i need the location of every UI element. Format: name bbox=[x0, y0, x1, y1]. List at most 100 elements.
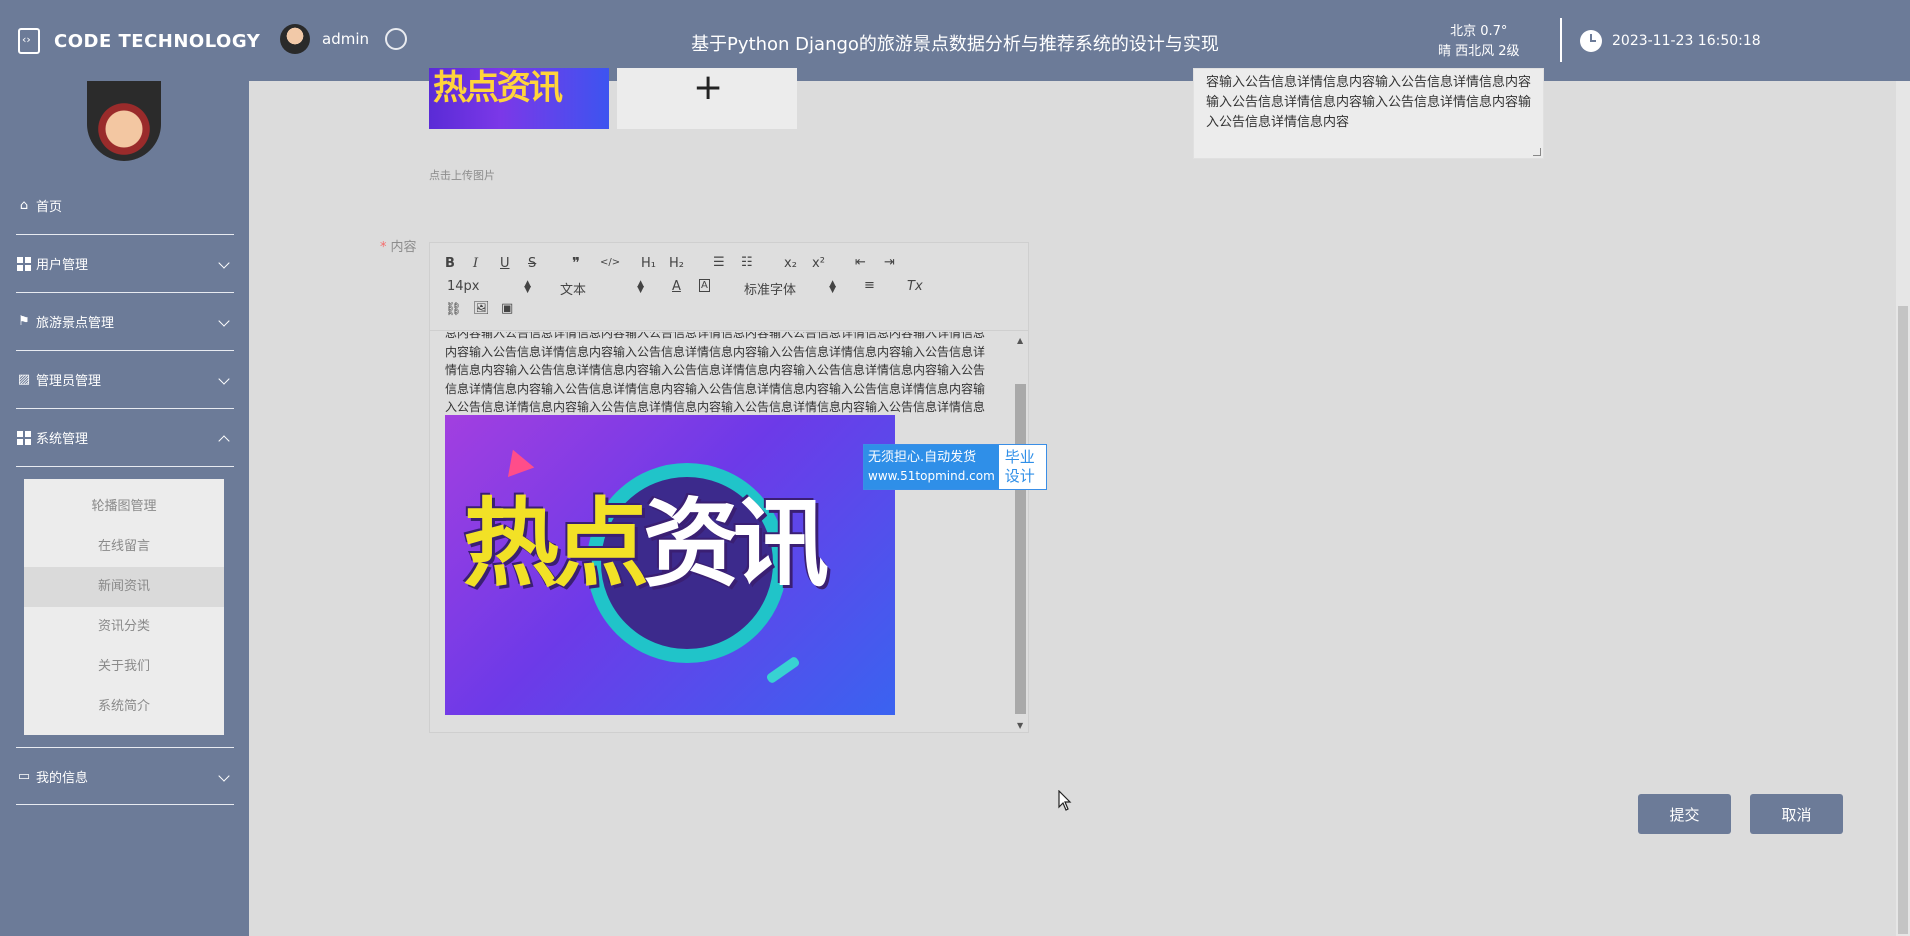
watermark-badge: 无须担心.自动发货 www.51topmind.com 毕业设计 bbox=[863, 444, 1047, 490]
font-size-value: 14px bbox=[447, 279, 480, 294]
submenu-item-news-category[interactable]: 资讯分类 bbox=[24, 607, 224, 647]
scroll-up-icon[interactable]: ▲ bbox=[1017, 336, 1023, 345]
background-color-button[interactable]: A bbox=[699, 279, 710, 292]
sidebar-item-my-info[interactable]: ▭ 我的信息 bbox=[16, 747, 234, 805]
clear-format-button[interactable]: Tx bbox=[907, 279, 923, 294]
banner-stripe bbox=[765, 656, 800, 685]
username: admin bbox=[322, 30, 369, 48]
sidebar-item-label: 用户管理 bbox=[36, 254, 88, 273]
chevron-down-icon bbox=[218, 373, 229, 384]
font-family-select[interactable]: 标准字体 ▲▼ bbox=[744, 279, 836, 298]
sidebar-item-label: 系统管理 bbox=[36, 428, 88, 447]
home-icon: ⌂ bbox=[16, 198, 32, 214]
required-mark: * bbox=[380, 240, 387, 255]
select-arrows-icon: ▲▼ bbox=[829, 281, 836, 293]
sidebar-item-users[interactable]: 用户管理 bbox=[16, 235, 234, 293]
scrollbar-thumb[interactable] bbox=[1015, 384, 1026, 714]
ordered-list-button[interactable]: ☰ bbox=[713, 255, 725, 270]
submit-button[interactable]: 提交 bbox=[1638, 794, 1731, 834]
sidebar-item-label: 旅游景点管理 bbox=[36, 312, 114, 331]
sidebar-item-label: 管理员管理 bbox=[36, 370, 101, 389]
select-arrows-icon: ▲▼ bbox=[637, 281, 644, 293]
clock: 2023-11-23 16:50:18 bbox=[1580, 30, 1761, 52]
editor-scrollbar[interactable]: ▲ ▼ bbox=[1014, 332, 1028, 732]
page-scrollbar[interactable] bbox=[1896, 81, 1910, 936]
upload-tip: 点击上传图片 bbox=[429, 167, 495, 183]
submenu-item-carousel[interactable]: 轮播图管理 bbox=[24, 487, 224, 527]
brand-name: CODE TECHNOLOGY bbox=[54, 31, 260, 52]
editor-content-area[interactable]: 息内容输入公告信息详情信息内容输入公告信息详情信息内容输入公告信息详情信息内容输… bbox=[430, 332, 1028, 732]
bold-button[interactable]: B bbox=[445, 256, 455, 271]
chevron-down-icon bbox=[218, 770, 229, 781]
bullet-list-button[interactable]: ☷ bbox=[741, 255, 753, 270]
banner-triangle bbox=[500, 445, 535, 477]
code-block-button[interactable]: </> bbox=[600, 257, 620, 268]
brand: CODE TECHNOLOGY bbox=[18, 26, 260, 56]
submenu-item-about[interactable]: 关于我们 bbox=[24, 647, 224, 687]
submenu-item-news[interactable]: 新闻资讯 bbox=[24, 567, 224, 607]
italic-button[interactable]: I bbox=[473, 256, 478, 271]
scroll-down-icon[interactable]: ▼ bbox=[1017, 721, 1023, 730]
sidebar-item-label: 我的信息 bbox=[36, 767, 88, 786]
sidebar: ⌂ 首页 用户管理 ⚑ 旅游景点管理 ▨ 管理员管理 系统管理 轮播图管理 在线… bbox=[0, 81, 249, 936]
grid-icon bbox=[16, 256, 32, 272]
font-size-select[interactable]: 14px ▲▼ bbox=[447, 279, 531, 294]
subscript-button[interactable]: x₂ bbox=[784, 256, 797, 271]
editor-toolbar: B I U S ❞ </> H₁ H₂ ☰ ☷ x₂ x² ⇤ ⇥ 14px ▲… bbox=[430, 243, 1028, 331]
weather-wind: 晴 西北风 2级 bbox=[1438, 42, 1520, 62]
superscript-button[interactable]: x² bbox=[812, 256, 825, 271]
header-style-select[interactable]: 文本 ▲▼ bbox=[560, 279, 644, 298]
summary-text: 容输入公告信息详情信息内容输入公告信息详情信息内容输入公告信息详情信息内容输入公… bbox=[1206, 75, 1531, 130]
content-label: *内容 bbox=[380, 236, 417, 255]
weather-temp: 北京 0.7° bbox=[1438, 22, 1520, 42]
header-divider bbox=[1560, 18, 1562, 62]
sidebar-item-scenic[interactable]: ⚑ 旅游景点管理 bbox=[16, 293, 234, 351]
sidebar-item-admins[interactable]: ▨ 管理员管理 bbox=[16, 351, 234, 409]
page-scrollbar-thumb[interactable] bbox=[1898, 306, 1908, 934]
image-upload-button[interactable]: + bbox=[617, 68, 797, 129]
watermark-slogan: 无须担心.自动发货 bbox=[868, 449, 995, 467]
grid-icon bbox=[16, 430, 32, 446]
outdent-button[interactable]: ⇤ bbox=[855, 255, 866, 270]
sidebar-item-home[interactable]: ⌂ 首页 bbox=[16, 177, 234, 235]
link-button[interactable]: ⛓ bbox=[445, 302, 462, 317]
cancel-button[interactable]: 取消 bbox=[1750, 794, 1843, 834]
sidebar-avatar bbox=[87, 81, 161, 161]
user-info[interactable]: admin bbox=[280, 24, 407, 54]
chevron-down-icon bbox=[218, 315, 229, 326]
chevron-up-icon bbox=[218, 435, 229, 446]
watermark-left: 无须担心.自动发货 www.51topmind.com bbox=[864, 445, 999, 489]
sidebar-item-label: 首页 bbox=[36, 196, 62, 215]
h2-button[interactable]: H₂ bbox=[669, 256, 684, 271]
font-color-button[interactable]: A bbox=[672, 279, 681, 294]
user-avatar[interactable] bbox=[280, 24, 310, 54]
plus-icon: + bbox=[693, 70, 723, 106]
summary-textarea[interactable]: 容输入公告信息详情信息内容输入公告信息详情信息内容输入公告信息详情信息内容输入公… bbox=[1193, 68, 1544, 159]
chart-icon: ▨ bbox=[16, 372, 32, 388]
h1-button[interactable]: H₁ bbox=[641, 256, 656, 271]
card-icon: ▭ bbox=[16, 768, 32, 784]
uploaded-image-thumbnail[interactable]: 热点资讯 bbox=[429, 68, 609, 129]
watermark-url: www.51topmind.com bbox=[868, 467, 995, 485]
mouse-cursor-icon bbox=[1058, 790, 1072, 812]
indent-button[interactable]: ⇥ bbox=[884, 255, 895, 270]
image-button[interactable]: 🖼 bbox=[473, 301, 490, 316]
thumbnail-text: 热点资讯 bbox=[433, 68, 561, 108]
system-submenu: 轮播图管理 在线留言 新闻资讯 资讯分类 关于我们 系统简介 bbox=[24, 479, 224, 735]
select-arrows-icon: ▲▼ bbox=[524, 281, 531, 293]
video-button[interactable]: ▣ bbox=[501, 301, 513, 316]
submenu-item-intro[interactable]: 系统简介 bbox=[24, 687, 224, 727]
resize-handle[interactable] bbox=[1533, 148, 1541, 156]
banner-title: 热点资讯 bbox=[463, 489, 823, 599]
weather-widget: 北京 0.7° 晴 西北风 2级 bbox=[1438, 22, 1520, 62]
blockquote-button[interactable]: ❞ bbox=[572, 254, 580, 272]
watermark-right: 毕业设计 bbox=[999, 445, 1046, 489]
strike-button[interactable]: S bbox=[528, 256, 536, 271]
underline-button[interactable]: U bbox=[500, 256, 510, 271]
align-button[interactable]: ≡ bbox=[864, 278, 875, 293]
sidebar-item-system[interactable]: 系统管理 bbox=[16, 409, 234, 467]
sidebar-menu: ⌂ 首页 用户管理 ⚑ 旅游景点管理 ▨ 管理员管理 系统管理 轮播图管理 在线… bbox=[16, 177, 234, 805]
editor-content-image[interactable]: 热点资讯 bbox=[445, 415, 895, 715]
submenu-item-messages[interactable]: 在线留言 bbox=[24, 527, 224, 567]
refresh-icon[interactable] bbox=[385, 28, 407, 50]
